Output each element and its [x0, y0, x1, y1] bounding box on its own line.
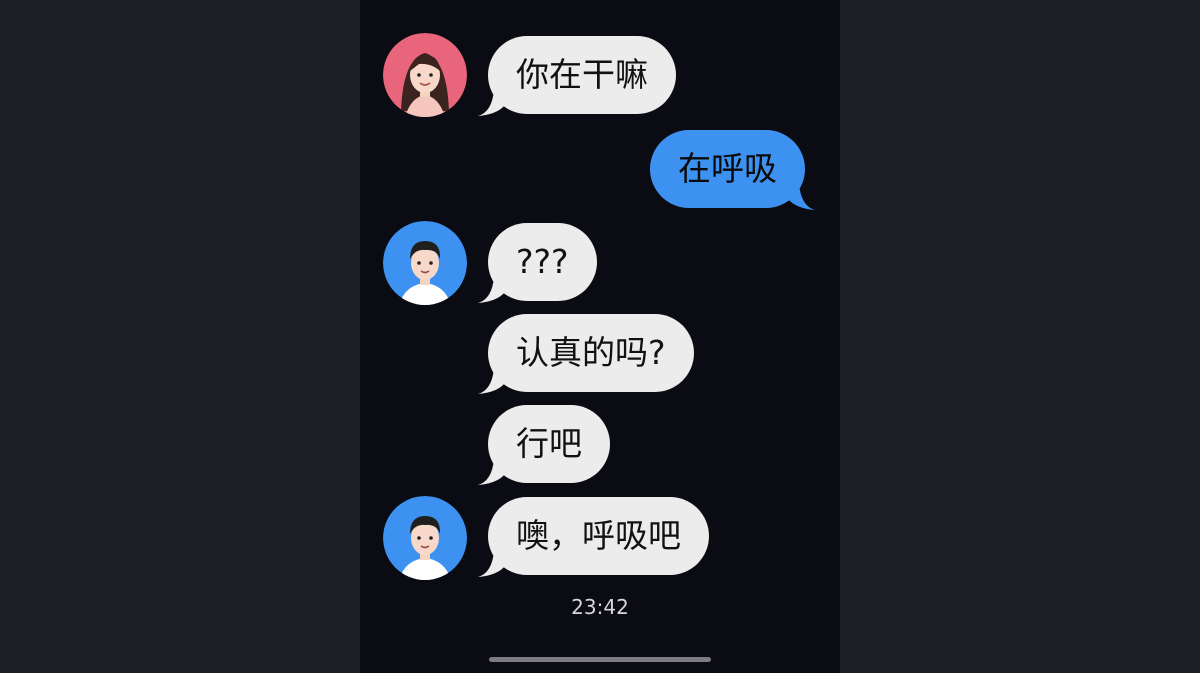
bubble-tail-icon [478, 277, 508, 303]
bubble-tail-icon [478, 551, 508, 577]
left-backdrop [0, 0, 360, 673]
message-text: 在呼吸 [678, 149, 777, 188]
message-text: 噢，呼吸吧 [516, 516, 681, 555]
female-avatar-icon[interactable] [383, 33, 467, 117]
message-text: 认真的吗? [516, 333, 666, 372]
chat-screen: 你在干嘛 在呼吸 ??? 认真的吗? 行吧 噢，呼吸吧 23:42 [360, 0, 840, 673]
right-backdrop [840, 0, 1200, 673]
message-bubble-incoming[interactable]: 行吧 [478, 405, 610, 485]
male-avatar-icon[interactable] [383, 221, 467, 305]
bubble-tail-icon [478, 90, 508, 116]
male-avatar-icon[interactable] [383, 496, 467, 580]
home-indicator[interactable] [489, 657, 711, 662]
message-bubble-incoming[interactable]: 噢，呼吸吧 [478, 497, 709, 577]
message-bubble-incoming[interactable]: ??? [478, 223, 597, 303]
message-text: 行吧 [516, 424, 582, 463]
bubble-tail-icon [478, 459, 508, 485]
message-text: 你在干嘛 [516, 55, 648, 94]
message-bubble-outgoing[interactable]: 在呼吸 [650, 130, 815, 210]
message-bubble-incoming[interactable]: 认真的吗? [478, 314, 694, 394]
message-bubble-incoming[interactable]: 你在干嘛 [478, 36, 676, 116]
message-text: ??? [516, 242, 569, 281]
bubble-tail-icon [478, 368, 508, 394]
bubble-tail-icon [785, 184, 815, 210]
message-timestamp: 23:42 [571, 595, 629, 619]
